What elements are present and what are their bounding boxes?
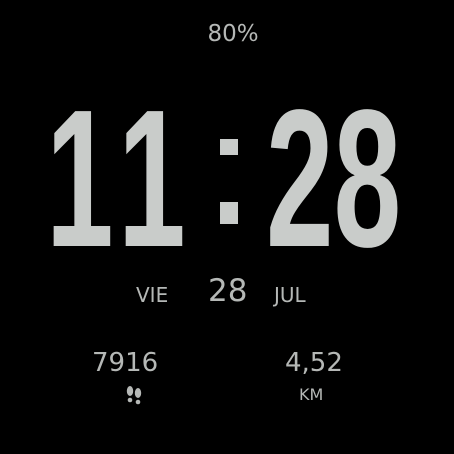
battery-level: 80% — [207, 21, 259, 47]
time-minutes: 28 — [266, 69, 402, 288]
footsteps-icon — [126, 386, 142, 405]
time-hours: 11 — [46, 69, 197, 288]
steps-count: 7916 — [92, 348, 159, 378]
distance-value: 4,52 — [285, 348, 343, 378]
date-day: 28 — [208, 273, 248, 309]
distance-unit: KM — [299, 385, 324, 404]
time-colon-bottom-dot — [220, 202, 238, 224]
date-month: JUL — [274, 283, 306, 307]
date-weekday: VIE — [136, 283, 169, 307]
time-colon-top-dot — [220, 139, 238, 155]
